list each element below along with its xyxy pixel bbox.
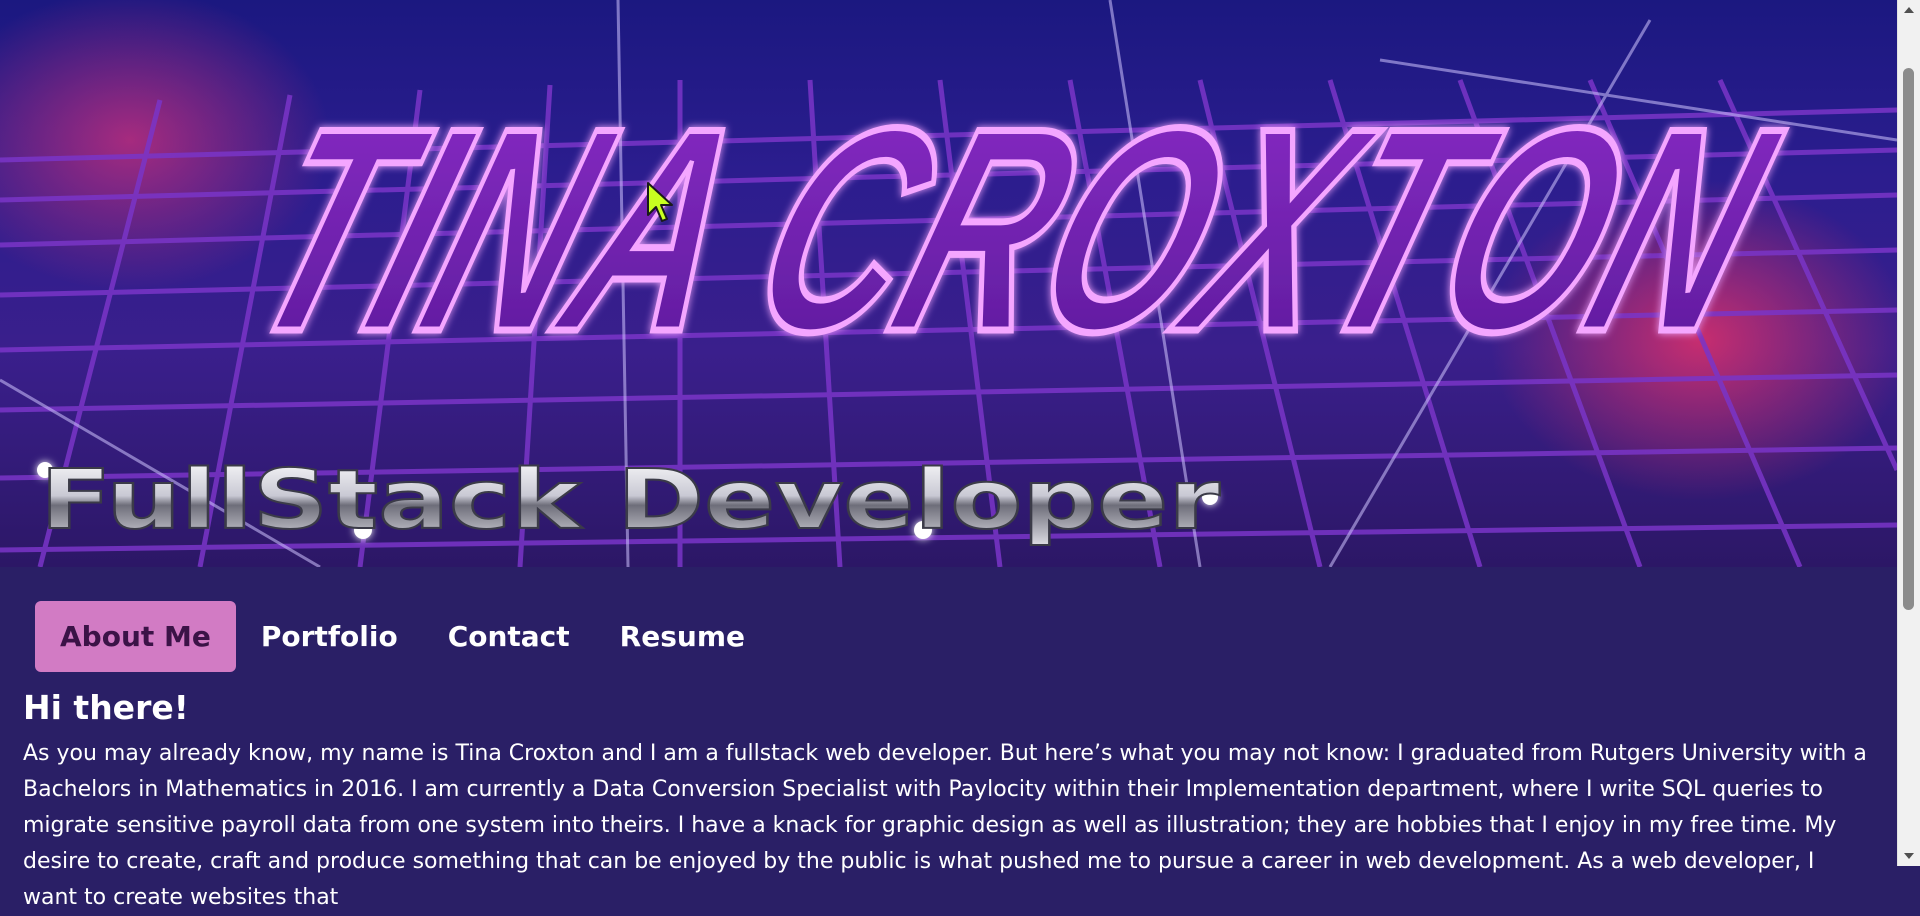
nav-tab-resume[interactable]: Resume [595, 601, 770, 672]
scroll-up-arrow-icon[interactable] [1904, 7, 1914, 13]
vertical-scrollbar[interactable] [1897, 0, 1920, 866]
svg-text:TINA CROXTON: TINA CROXTON [218, 69, 1809, 393]
hero-artwork: TINA CROXTON FullStack Developer [0, 0, 1897, 567]
arrow-pointer-icon [647, 182, 673, 222]
hero-banner: TINA CROXTON FullStack Developer [0, 0, 1897, 567]
about-heading: Hi there! [23, 688, 189, 727]
nav-tab-portfolio[interactable]: Portfolio [236, 601, 423, 672]
name-logo-art: TINA CROXTON [214, 65, 1812, 396]
scroll-thumb[interactable] [1903, 68, 1914, 610]
about-bio-text: As you may already know, my name is Tina… [23, 741, 1867, 910]
scroll-down-arrow-icon[interactable] [1904, 853, 1914, 859]
nav-tab-about-me[interactable]: About Me [35, 601, 236, 672]
nav-tab-contact[interactable]: Contact [423, 601, 595, 672]
banner-subtitle: FullStack Developer [40, 453, 1221, 548]
main-nav: About Me Portfolio Contact Resume [35, 601, 770, 672]
